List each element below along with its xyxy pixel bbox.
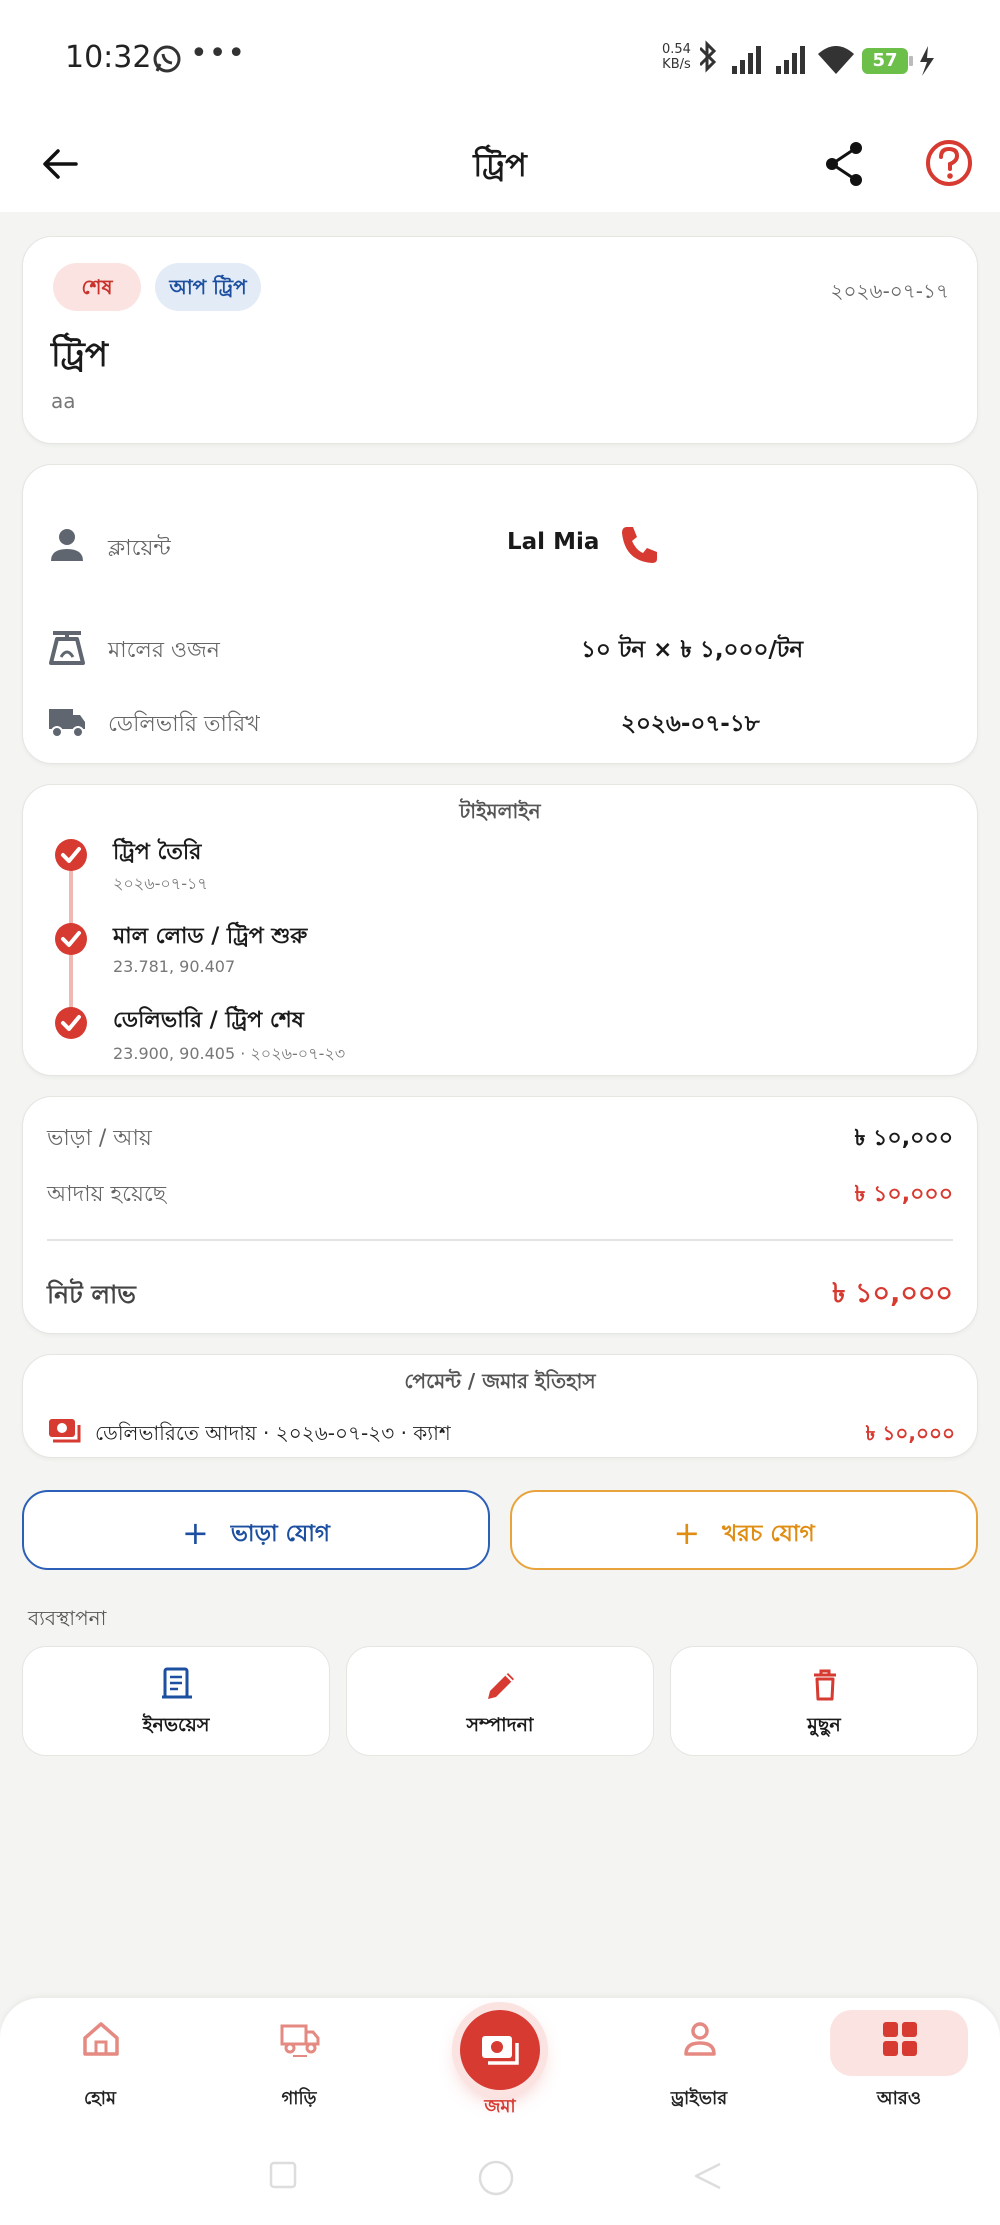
back-triangle-icon[interactable] <box>690 2160 724 2192</box>
payment-entry-amount: ৳ ১০,০০০ <box>865 1421 955 1445</box>
trip-note: aa <box>51 389 76 413</box>
status-bar: 10:32 ••• 0.54 KB/s 57 <box>0 0 1000 120</box>
cash-icon <box>482 2036 519 2065</box>
payment-entry[interactable]: ডেলিভারিতে আদায় · ২০২৬-০৭-২৩ · ক্যাশ ৳ … <box>23 1411 979 1451</box>
truck-icon <box>49 709 85 738</box>
plus-icon: + <box>181 1514 209 1552</box>
pencil-icon <box>488 1673 514 1699</box>
nav-driver-label: ড্রাইভার <box>670 2088 728 2109</box>
add-cost-label: খরচ যোগ <box>722 1521 815 1547</box>
timeline-step-sub: 23.781, 90.407 <box>113 957 236 976</box>
timeline-step-title: মাল লোড / ট্রিপ শুরু <box>113 924 308 949</box>
wifi-icon <box>818 46 854 74</box>
grid-icon <box>883 2022 917 2056</box>
delete-label: মুছুন <box>807 1714 841 1736</box>
timeline-card: টাইমলাইন ট্রিপ তৈরি ২০২৬-০৭-১৭ মাল লোড /… <box>22 784 978 1076</box>
timeline-title: টাইমলাইন <box>459 799 541 823</box>
timeline-step-check-icon <box>55 839 87 871</box>
fare-value: ৳ ১০,০০০ <box>854 1126 953 1151</box>
edit-label: সম্পাদনা <box>466 1714 534 1736</box>
status-badge: শেষ <box>53 263 141 311</box>
client-row: ক্লায়েন্ট Lal Mia <box>23 521 979 571</box>
nav-more[interactable]: আরও <box>829 1998 969 2128</box>
client-label: ক্লায়েন্ট <box>108 536 171 561</box>
nav-driver[interactable]: ড্রাইভার <box>629 1998 769 2128</box>
timeline-step-check-icon <box>55 923 87 955</box>
person-icon <box>51 529 83 561</box>
weight-value: ১০ টন × ৳ ১,০০০/টন <box>581 637 804 663</box>
management-title: ব্যবস্থাপনা <box>28 1606 107 1630</box>
add-fare-button[interactable]: + ভাড়া যোগ <box>22 1490 490 1570</box>
timeline-step-check-icon <box>55 1007 87 1039</box>
nav-vehicles[interactable]: গাড়ি <box>229 1998 369 2128</box>
payment-history-card: পেমেন্ট / জমার ইতিহাস ডেলিভারিতে আদায় ·… <box>22 1354 978 1458</box>
invoice-button[interactable]: ইনভয়েস <box>22 1646 330 1756</box>
scale-icon <box>49 631 85 665</box>
home-icon <box>83 2022 119 2056</box>
help-circle-icon[interactable] <box>924 138 974 188</box>
whatsapp-icon <box>153 45 181 73</box>
system-nav-bar <box>0 2128 1000 2225</box>
nav-vehicles-label: গাড়ি <box>281 2088 317 2109</box>
recents-icon[interactable] <box>268 2160 298 2190</box>
weight-row: মালের ওজন ১০ টন × ৳ ১,০০০/টন <box>23 623 979 673</box>
edit-button[interactable]: সম্পাদনা <box>346 1646 654 1756</box>
home-circle-icon[interactable] <box>476 2158 516 2198</box>
nav-deposit-label: জমা <box>484 2096 516 2117</box>
trip-name: ট্রিপ <box>51 335 108 375</box>
timeline-step-title: ট্রিপ তৈরি <box>113 840 202 865</box>
collected-value: ৳ ১০,০০০ <box>854 1182 953 1207</box>
collected-label: আদায় হয়েছে <box>47 1182 167 1207</box>
person-icon <box>684 2022 716 2056</box>
net-speed-value: 0.54 <box>662 42 691 57</box>
cash-icon <box>49 1419 81 1443</box>
trash-icon <box>814 1669 836 1701</box>
delivery-label: ডেলিভারি তারিখ <box>108 712 260 737</box>
client-value: Lal Mia <box>507 529 600 555</box>
net-speed: 0.54 KB/s <box>662 42 691 72</box>
fare-label: ভাড়া / আয় <box>47 1126 152 1151</box>
nav-home-label: হোম <box>84 2088 116 2109</box>
delete-button[interactable]: মুছুন <box>670 1646 978 1756</box>
truck-icon <box>280 2024 320 2057</box>
net-speed-unit: KB/s <box>662 57 691 72</box>
deposit-fab-button[interactable] <box>460 2010 540 2090</box>
profit-label: নিট লাভ <box>47 1280 136 1309</box>
phone-icon[interactable] <box>615 521 663 569</box>
delivery-value: ২০২৬-০৭-১৮ <box>621 711 760 737</box>
weight-label: মালের ওজন <box>108 638 220 663</box>
direction-badge: আপ ট্রিপ <box>155 263 261 311</box>
payment-entry-text: ডেলিভারিতে আদায় · ২০২৬-০৭-২৩ · ক্যাশ <box>95 1421 451 1445</box>
divider <box>47 1239 953 1241</box>
trip-date: ২০২৬-০৭-১৭ <box>830 279 949 303</box>
finance-card: ভাড়া / আয় ৳ ১০,০০০ আদায় হয়েছে ৳ ১০,০… <box>22 1096 978 1334</box>
trip-details-card: ক্লায়েন্ট Lal Mia মালের ওজন ১০ টন × ৳ ১… <box>22 464 978 764</box>
status-time: 10:32 <box>65 40 152 75</box>
app-bar: ট্রিপ <box>0 120 1000 212</box>
timeline-step-title: ডেলিভারি / ট্রিপ শেষ <box>113 1008 304 1033</box>
timeline-step-sub: 23.900, 90.405 · ২০২৬-০৭-২৩ <box>113 1044 346 1063</box>
add-fare-label: ভাড়া যোগ <box>230 1521 331 1547</box>
bluetooth-icon <box>700 40 717 73</box>
invoice-label: ইনভয়েস <box>142 1714 210 1736</box>
invoice-icon <box>162 1667 192 1699</box>
trip-header-card: শেষ আপ ট্রিপ ২০২৬-০৭-১৭ ট্রিপ aa <box>22 236 978 444</box>
profit-value: ৳ ১০,০০০ <box>832 1278 953 1309</box>
nav-home[interactable]: হোম <box>30 1998 170 2128</box>
nav-more-label: আরও <box>876 2088 922 2109</box>
charging-icon <box>920 46 934 76</box>
timeline-step-sub: ২০২৬-০৭-১৭ <box>113 874 208 893</box>
delivery-row: ডেলিভারি তারিখ ২০২৬-০৭-১৮ <box>23 697 979 747</box>
plus-icon: + <box>673 1514 701 1552</box>
share-icon[interactable] <box>822 140 866 188</box>
payment-history-title: পেমেন্ট / জমার ইতিহাস <box>404 1369 596 1393</box>
add-cost-button[interactable]: + খরচ যোগ <box>510 1490 978 1570</box>
status-more-icon: ••• <box>190 36 247 71</box>
battery-indicator: 57 <box>862 48 913 74</box>
